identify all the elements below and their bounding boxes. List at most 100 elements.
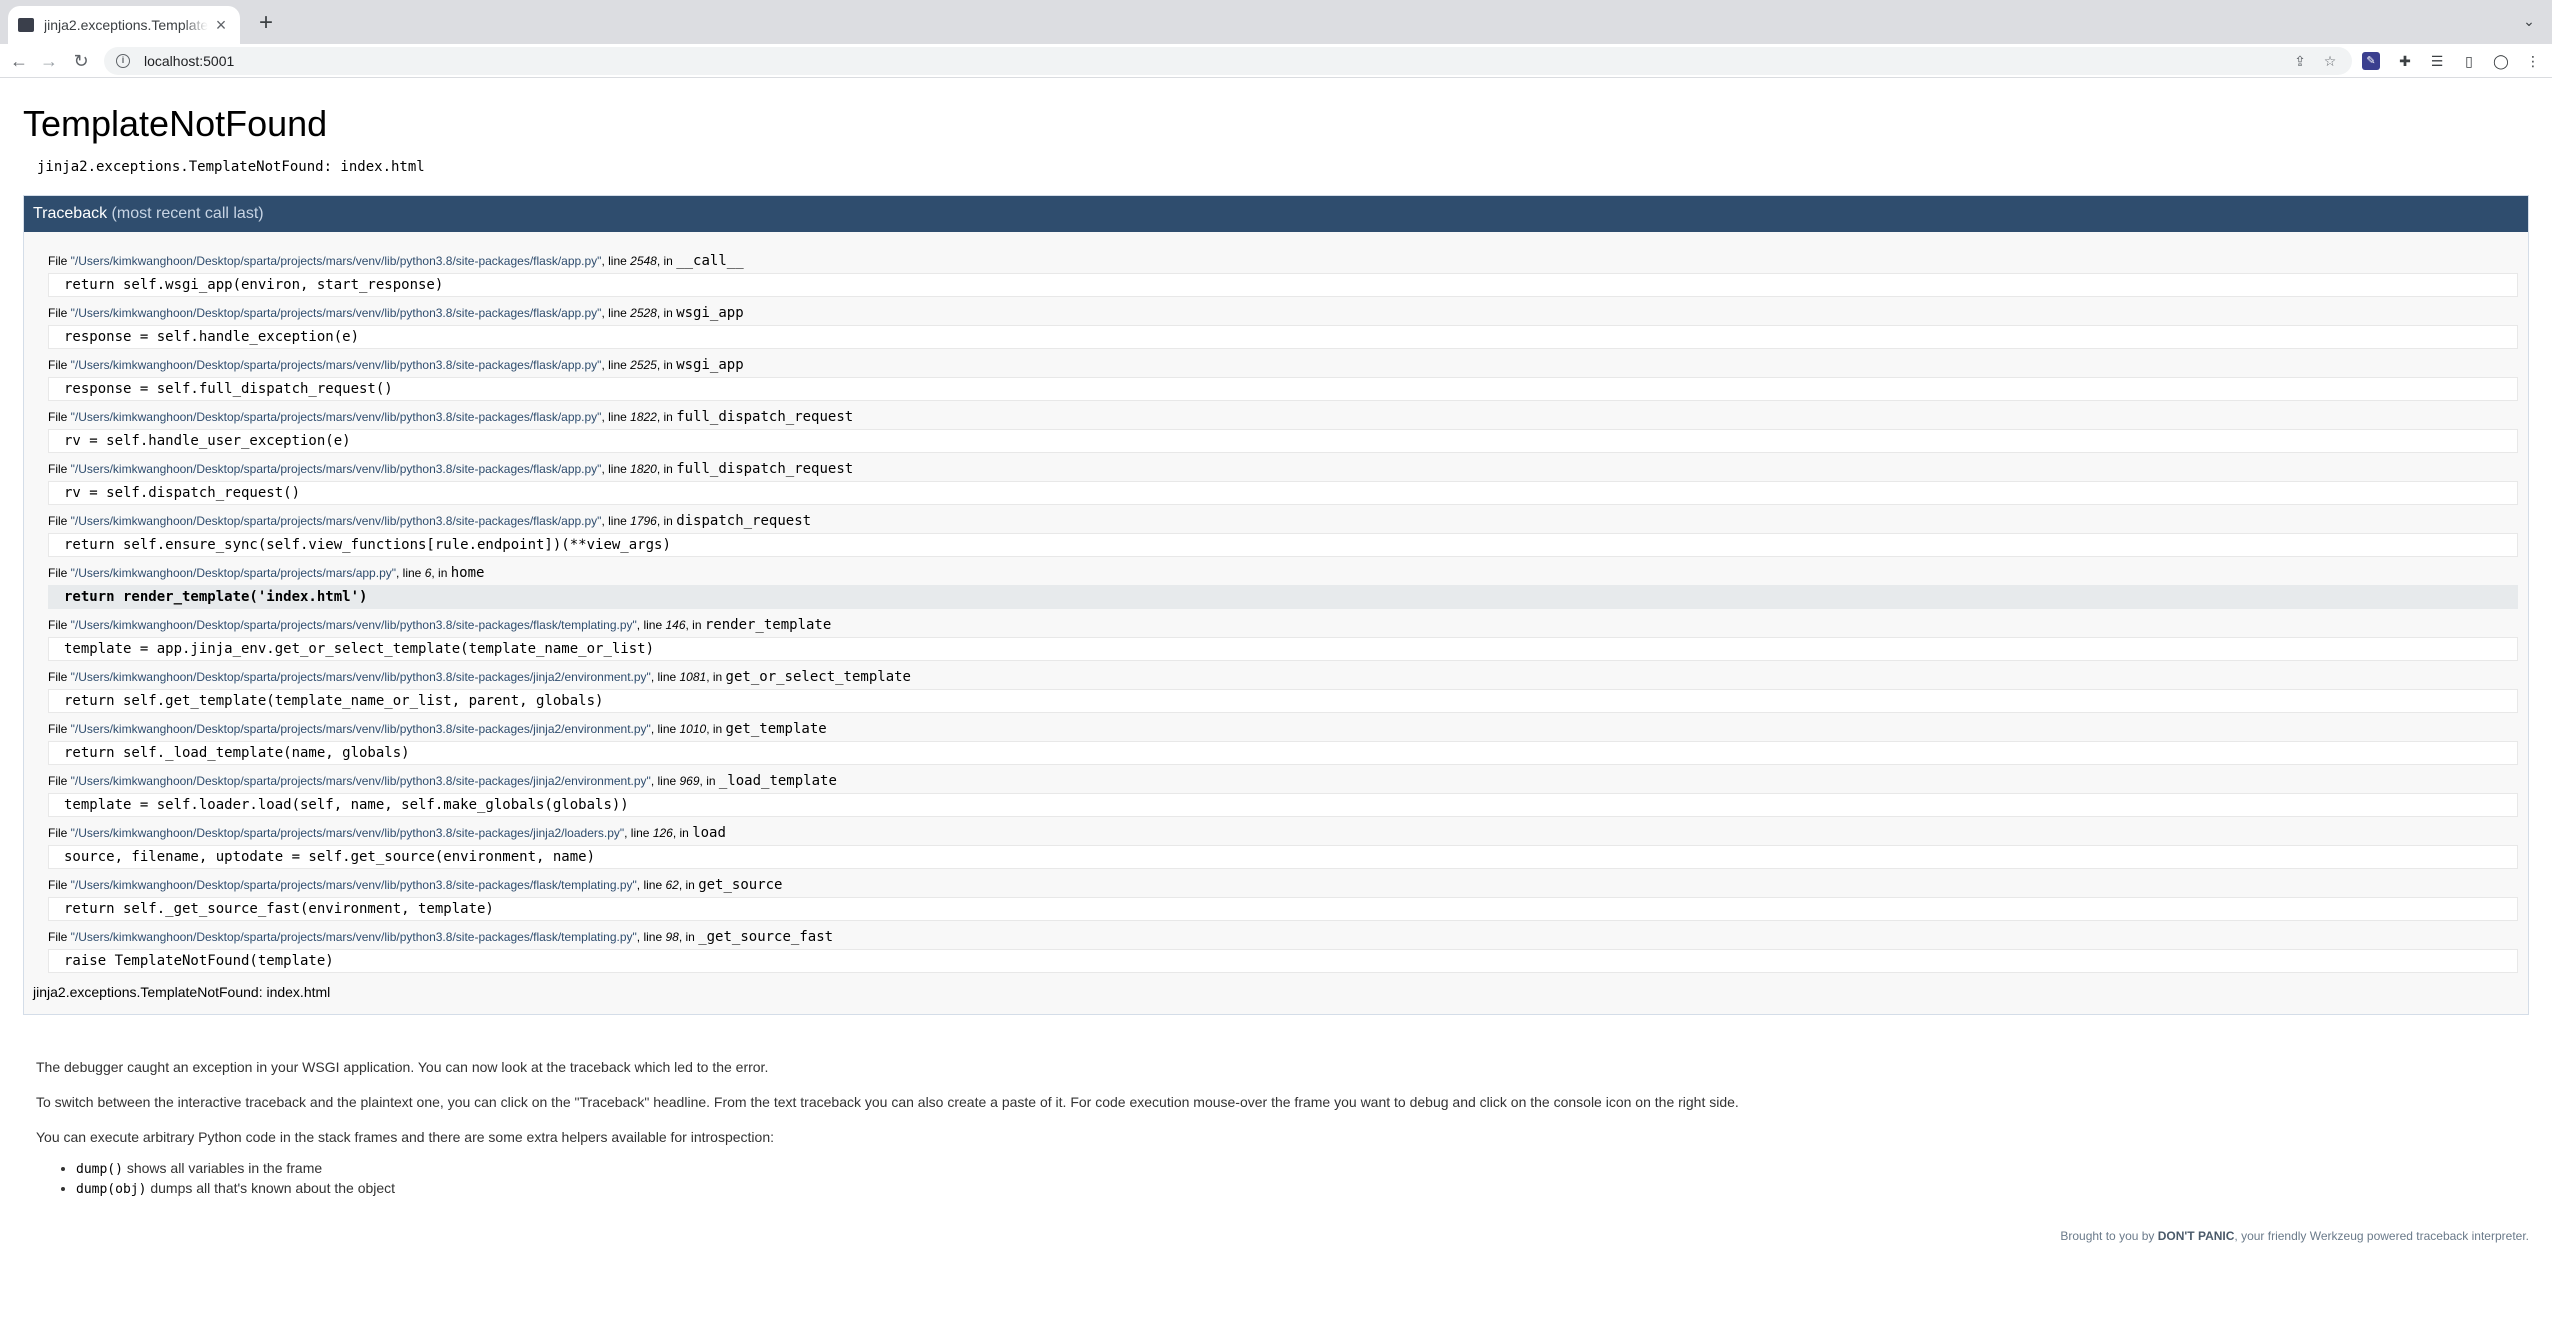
- share-icon[interactable]: ⇪: [2290, 51, 2310, 71]
- reload-icon[interactable]: ↻: [68, 48, 94, 74]
- frame-source-line[interactable]: rv = self.dispatch_request(): [48, 481, 2518, 505]
- back-arrow-icon[interactable]: ←: [6, 48, 32, 74]
- frame-function: render_template: [704, 617, 832, 633]
- frame-location: File "/Users/kimkwanghoon/Desktop/sparta…: [48, 772, 2518, 790]
- frame-location: File "/Users/kimkwanghoon/Desktop/sparta…: [48, 408, 2518, 426]
- reading-list-icon[interactable]: ☰: [2426, 50, 2448, 72]
- frame-function: get_template: [725, 721, 827, 737]
- helpers-list: dump() shows all variables in the frame …: [76, 1159, 2516, 1199]
- site-info-icon[interactable]: i: [116, 54, 130, 68]
- frame-source-line[interactable]: return self._get_source_fast(environment…: [48, 897, 2518, 921]
- frame-location: File "/Users/kimkwanghoon/Desktop/sparta…: [48, 564, 2518, 582]
- frame-source-line[interactable]: raise TemplateNotFound(template): [48, 949, 2518, 973]
- traceback-frame[interactable]: File "/Users/kimkwanghoon/Desktop/sparta…: [48, 720, 2518, 765]
- traceback-title[interactable]: Traceback: [33, 205, 107, 222]
- footer-suffix: , your friendly Werkzeug powered traceba…: [2234, 1229, 2529, 1243]
- frame-line-number: 2548: [630, 254, 657, 268]
- frame-source-line[interactable]: template = self.loader.load(self, name, …: [48, 793, 2518, 817]
- footer: Brought to you by DON'T PANIC, your frie…: [2060, 1229, 2529, 1243]
- side-panel-icon[interactable]: ▯: [2458, 50, 2480, 72]
- frame-filename: "/Users/kimkwanghoon/Desktop/sparta/proj…: [70, 566, 396, 580]
- frame-function: __call__: [676, 253, 744, 269]
- traceback-frame[interactable]: File "/Users/kimkwanghoon/Desktop/sparta…: [48, 304, 2518, 349]
- traceback-frame[interactable]: File "/Users/kimkwanghoon/Desktop/sparta…: [48, 928, 2518, 973]
- page-content: TemplateNotFound jinja2.exceptions.Templ…: [0, 79, 2552, 1330]
- frame-location: File "/Users/kimkwanghoon/Desktop/sparta…: [48, 512, 2518, 530]
- traceback-frame[interactable]: File "/Users/kimkwanghoon/Desktop/sparta…: [48, 616, 2518, 661]
- tab-search-chevron-icon[interactable]: ⌄: [2520, 13, 2538, 31]
- frame-source-line[interactable]: return self._load_template(name, globals…: [48, 741, 2518, 765]
- frame-source-line[interactable]: return self.wsgi_app(environ, start_resp…: [48, 273, 2518, 297]
- traceback-frame[interactable]: File "/Users/kimkwanghoon/Desktop/sparta…: [48, 668, 2518, 713]
- star-icon[interactable]: ☆: [2320, 51, 2340, 71]
- frame-location: File "/Users/kimkwanghoon/Desktop/sparta…: [48, 928, 2518, 946]
- frame-source-line[interactable]: return self.ensure_sync(self.view_functi…: [48, 533, 2518, 557]
- frame-file-prefix: File: [48, 306, 71, 320]
- helper-code: dump(obj): [76, 1182, 147, 1197]
- frame-in-word: , in: [431, 566, 451, 580]
- frame-line-number: 1010: [679, 722, 707, 736]
- frame-filename: "/Users/kimkwanghoon/Desktop/sparta/proj…: [70, 358, 602, 372]
- frame-line-number: 146: [665, 618, 686, 632]
- frame-source-line[interactable]: response = self.handle_exception(e): [48, 325, 2518, 349]
- frame-location: File "/Users/kimkwanghoon/Desktop/sparta…: [48, 304, 2518, 322]
- new-tab-button[interactable]: +: [254, 11, 278, 36]
- frame-filename: "/Users/kimkwanghoon/Desktop/sparta/proj…: [70, 878, 637, 892]
- frame-location: File "/Users/kimkwanghoon/Desktop/sparta…: [48, 252, 2518, 270]
- frame-line-number: 1822: [630, 410, 657, 424]
- traceback-headline[interactable]: Traceback (most recent call last): [24, 196, 2528, 232]
- frame-line-word: , line: [624, 826, 653, 840]
- puzzle-icon[interactable]: ✚: [2394, 50, 2416, 72]
- address-bar[interactable]: i localhost:5001 ⇪ ☆: [104, 47, 2352, 75]
- url-text[interactable]: localhost:5001: [144, 53, 2280, 69]
- forward-arrow-icon[interactable]: →: [36, 48, 62, 74]
- browser-toolbar: ← → ↻ i localhost:5001 ⇪ ☆ ✎ ✚ ☰ ▯ ◯ ⋮: [0, 44, 2552, 78]
- traceback-frame[interactable]: File "/Users/kimkwanghoon/Desktop/sparta…: [48, 824, 2518, 869]
- active-tab[interactable]: jinja2.exceptions.TemplateNotFound ×: [8, 6, 240, 44]
- frame-filename: "/Users/kimkwanghoon/Desktop/sparta/proj…: [70, 410, 602, 424]
- frame-source-line[interactable]: return render_template('index.html'): [48, 585, 2518, 609]
- frame-filename: "/Users/kimkwanghoon/Desktop/sparta/proj…: [70, 826, 625, 840]
- frame-source-line[interactable]: return self.get_template(template_name_o…: [48, 689, 2518, 713]
- traceback-frame[interactable]: File "/Users/kimkwanghoon/Desktop/sparta…: [48, 408, 2518, 453]
- kebab-menu-icon[interactable]: ⋮: [2522, 50, 2544, 72]
- footer-brand: DON'T PANIC: [2157, 1229, 2235, 1243]
- helper-code: dump(): [76, 1162, 123, 1177]
- frame-location: File "/Users/kimkwanghoon/Desktop/sparta…: [48, 720, 2518, 738]
- traceback-frame[interactable]: File "/Users/kimkwanghoon/Desktop/sparta…: [48, 512, 2518, 557]
- frame-function: get_source: [698, 877, 783, 893]
- explanation-paragraph: The debugger caught an exception in your…: [36, 1059, 769, 1075]
- frame-list: File "/Users/kimkwanghoon/Desktop/sparta…: [24, 232, 2528, 973]
- traceback-frame[interactable]: File "/Users/kimkwanghoon/Desktop/sparta…: [48, 460, 2518, 505]
- frame-line-word: , line: [650, 774, 680, 788]
- frame-line-word: , line: [650, 670, 680, 684]
- extension-icon[interactable]: ✎: [2362, 52, 2380, 70]
- frame-source-line[interactable]: source, filename, uptodate = self.get_so…: [48, 845, 2518, 869]
- list-item: dump() shows all variables in the frame: [76, 1159, 2516, 1179]
- traceback-frame[interactable]: File "/Users/kimkwanghoon/Desktop/sparta…: [48, 356, 2518, 401]
- frame-file-prefix: File: [48, 774, 71, 788]
- traceback-frame[interactable]: File "/Users/kimkwanghoon/Desktop/sparta…: [48, 876, 2518, 921]
- frame-file-prefix: File: [48, 930, 71, 944]
- helper-text: shows all variables in the frame: [122, 1160, 323, 1176]
- frame-in-word: , in: [699, 774, 719, 788]
- helper-text: dumps all that's known about the object: [146, 1180, 396, 1196]
- frame-function: full_dispatch_request: [676, 461, 854, 477]
- traceback-frame[interactable]: File "/Users/kimkwanghoon/Desktop/sparta…: [48, 252, 2518, 297]
- close-tab-icon[interactable]: ×: [212, 16, 230, 34]
- frame-line-number: 1796: [630, 514, 657, 528]
- frame-file-prefix: File: [48, 514, 71, 528]
- frame-file-prefix: File: [48, 670, 71, 684]
- frame-line-word: , line: [601, 306, 631, 320]
- frame-source-line[interactable]: template = app.jinja_env.get_or_select_t…: [48, 637, 2518, 661]
- traceback-frame[interactable]: File "/Users/kimkwanghoon/Desktop/sparta…: [48, 564, 2518, 609]
- frame-line-number: 126: [652, 826, 673, 840]
- traceback-panel: Traceback (most recent call last) File "…: [23, 195, 2529, 1015]
- footer-prefix: Brought to you by: [2060, 1229, 2158, 1243]
- profile-avatar-icon[interactable]: ◯: [2490, 50, 2512, 72]
- frame-line-number: 1081: [679, 670, 707, 684]
- frame-source-line[interactable]: rv = self.handle_user_exception(e): [48, 429, 2518, 453]
- explanation-paragraph: You can execute arbitrary Python code in…: [36, 1129, 775, 1145]
- traceback-frame[interactable]: File "/Users/kimkwanghoon/Desktop/sparta…: [48, 772, 2518, 817]
- frame-source-line[interactable]: response = self.full_dispatch_request(): [48, 377, 2518, 401]
